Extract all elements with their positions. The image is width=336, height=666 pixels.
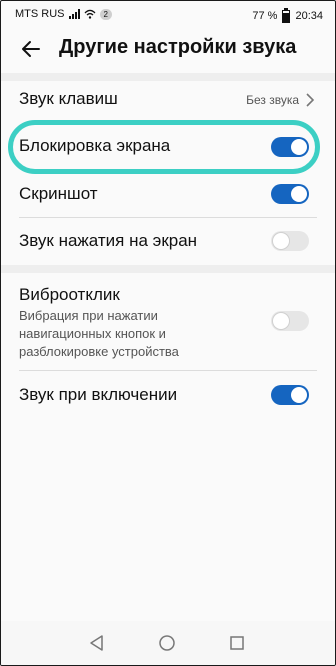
app-bar: Другие настройки звука xyxy=(1,27,335,73)
touch-sound-toggle[interactable] xyxy=(271,231,309,251)
toggle-knob xyxy=(273,233,289,249)
back-triangle-icon[interactable] xyxy=(87,633,107,653)
power-on-sound-toggle[interactable] xyxy=(271,385,309,405)
screenshot-label: Скриншот xyxy=(19,184,98,203)
status-right: 77 % 20:34 xyxy=(252,8,323,23)
power-on-sound-label: Звук при включении xyxy=(19,385,178,404)
highlight-outline xyxy=(8,120,320,174)
wifi-icon xyxy=(84,9,95,19)
clock: 20:34 xyxy=(295,9,323,22)
setting-touch-sound[interactable]: Звук нажатия на экран xyxy=(1,219,335,263)
page-title: Другие настройки звука xyxy=(59,36,297,58)
setting-screenshot[interactable]: Скриншот xyxy=(1,175,335,215)
row-separator xyxy=(19,217,317,218)
chevron-right-icon xyxy=(306,93,315,107)
status-bar: MTS RUS 2 77 % 20:34 xyxy=(1,1,335,27)
home-circle-icon[interactable] xyxy=(157,633,177,653)
toggle-knob xyxy=(291,387,307,403)
setting-power-on-sound[interactable]: Звук при включении xyxy=(1,373,335,417)
vibration-toggle[interactable] xyxy=(271,311,309,331)
vibration-label: Виброотклик xyxy=(19,285,120,304)
vibration-description-line: разблокировке устройства xyxy=(19,344,179,359)
toggle-knob xyxy=(273,313,289,329)
setting-key-sound[interactable]: Звук клавиш Без звука xyxy=(1,81,335,121)
screenshot-toggle[interactable] xyxy=(271,184,309,204)
recents-square-icon[interactable] xyxy=(227,633,247,653)
vibration-description-line: Вибрация при нажатии xyxy=(19,308,158,323)
vibration-description-line: навигационных кнопок и xyxy=(19,326,166,341)
section-divider xyxy=(1,73,335,81)
battery-icon xyxy=(281,8,291,23)
signal-icon xyxy=(68,9,80,19)
carrier-name: MTS RUS xyxy=(15,8,65,20)
system-nav-bar xyxy=(1,621,335,665)
phone-screen: MTS RUS 2 77 % 20:34 Другие настройки зв… xyxy=(0,0,336,666)
key-sound-value: Без звука xyxy=(246,93,299,107)
toggle-knob xyxy=(291,186,307,202)
key-sound-label: Звук клавиш xyxy=(19,89,118,108)
battery-percent: 77 % xyxy=(252,9,278,22)
setting-vibration[interactable]: Виброотклик Вибрация при нажатии навигац… xyxy=(1,273,335,369)
touch-sound-label: Звук нажатия на экран xyxy=(19,231,198,250)
arrow-left-icon[interactable] xyxy=(19,37,43,61)
row-separator xyxy=(19,370,317,371)
status-left: MTS RUS 2 xyxy=(15,8,112,20)
notification-count-badge: 2 xyxy=(99,8,112,20)
section-divider xyxy=(1,265,335,273)
